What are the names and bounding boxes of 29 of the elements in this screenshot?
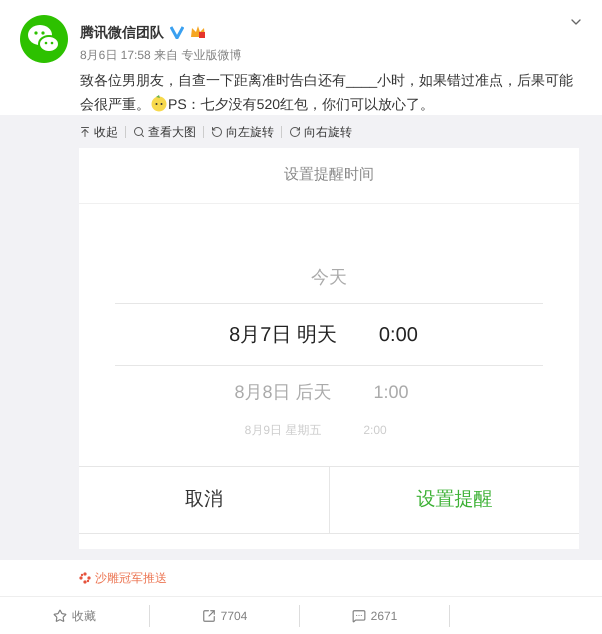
toolbar-button[interactable]: 向右旋转 — [289, 122, 352, 140]
search-icon — [133, 126, 145, 138]
picker-row[interactable]: 8月8日 后天 1:00 — [234, 366, 424, 418]
toolbar-button[interactable]: 向左旋转 — [211, 122, 274, 140]
flower-icon — [79, 572, 91, 584]
picker-row[interactable]: 今天 — [311, 251, 347, 303]
post-text: 致各位男朋友，自查一下距离准时告白还有____小时，如果错过准点，后果可能会很严重。 PS：七夕没有520红包，你们可以放心了。 — [80, 71, 574, 114]
verified-icon — [170, 25, 184, 39]
dialog-title: 设置提醒时间 — [284, 165, 374, 186]
rotate-left-icon — [211, 126, 223, 138]
cancel-button[interactable]: 取消 — [79, 467, 328, 533]
toolbar-button[interactable]: 收起 — [79, 122, 118, 140]
picker-row[interactable]: 8月7日 明天 0:00 — [115, 303, 543, 366]
confirm-button[interactable]: 设置提醒 — [328, 467, 579, 533]
action-button[interactable]: 收藏 — [0, 606, 149, 624]
action-button[interactable]: 7704 — [150, 606, 299, 624]
emoji-icon — [150, 94, 168, 112]
action-button[interactable]: 2671 — [300, 606, 449, 624]
rotate-right-icon — [289, 126, 301, 138]
author-name[interactable]: 腾讯微信团队 — [80, 22, 164, 42]
upload-icon — [79, 126, 91, 138]
comment-icon — [352, 608, 366, 622]
star-icon — [53, 608, 67, 622]
toolbar-button[interactable]: 查看大图 — [133, 122, 196, 140]
post-meta: 8月6日 17:58 来自 专业版微博 — [80, 47, 242, 64]
promo-link[interactable]: 沙雕冠军推送 — [95, 569, 167, 587]
share-icon — [202, 608, 216, 622]
avatar — [20, 15, 68, 63]
crown-icon — [190, 25, 206, 39]
